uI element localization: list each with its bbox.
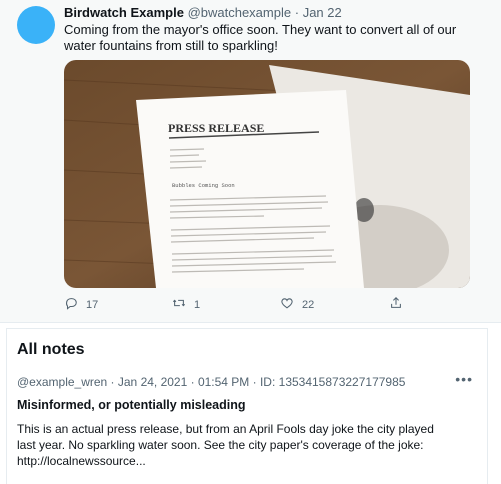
tweet-header: Birdwatch Example @bwatchexample · Jan 2… (64, 5, 342, 21)
retweet-count: 1 (194, 298, 201, 311)
more-icon[interactable]: ••• (455, 371, 473, 387)
note-text: This is an actual press release, but fro… (17, 422, 434, 468)
tweet[interactable]: Birdwatch Example @bwatchexample · Jan 2… (0, 0, 501, 323)
like-count: 22 (302, 298, 315, 311)
retweet-button[interactable]: 1 (172, 296, 200, 313)
note-classification: Misinformed, or potentially misleading (17, 398, 246, 412)
author-name[interactable]: Birdwatch Example (64, 5, 184, 20)
like-icon (280, 296, 294, 313)
image-subheading: Bubbles Coming Soon (172, 182, 235, 189)
tweet-image[interactable]: PRESS RELEASE Bubbles Coming Soon (64, 60, 470, 288)
share-icon (389, 296, 403, 313)
retweet-icon (172, 296, 186, 313)
avatar[interactable] (17, 6, 55, 44)
like-button[interactable]: 22 (280, 296, 314, 313)
reply-button[interactable]: 17 (64, 296, 98, 313)
notes-panel: All notes @example_wren · Jan 24, 2021 ·… (6, 328, 488, 484)
reply-icon (64, 296, 78, 313)
tweet-text: Coming from the mayor's office soon. The… (64, 22, 457, 53)
separator: · (294, 5, 300, 20)
press-release-photo: PRESS RELEASE Bubbles Coming Soon (64, 60, 470, 288)
image-heading: PRESS RELEASE (168, 121, 264, 135)
tweet-actions: 17 1 22 (64, 296, 404, 312)
share-button[interactable] (389, 296, 403, 313)
author-handle[interactable]: @bwatchexample (188, 5, 292, 20)
reply-count: 17 (86, 298, 99, 311)
note-meta[interactable]: @example_wren · Jan 24, 2021 · 01:54 PM … (17, 375, 405, 389)
notes-title: All notes (17, 341, 85, 358)
tweet-date[interactable]: Jan 22 (303, 5, 342, 20)
